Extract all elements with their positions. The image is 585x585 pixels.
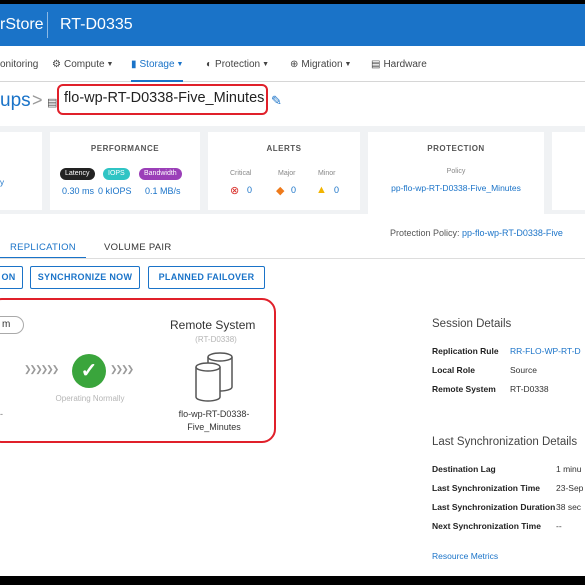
checkmark-icon: ✓ bbox=[72, 354, 106, 388]
tab-divider bbox=[0, 258, 585, 259]
caret-down-icon: ▼ bbox=[344, 61, 352, 68]
card-alerts[interactable]: ALERTS Critical Major Minor ⊗ 0 ◆ 0 ▲ 0 bbox=[208, 132, 360, 210]
nav-compute-label: Compute bbox=[63, 59, 105, 70]
last-sync-duration-label: Last Synchronization Duration bbox=[432, 502, 556, 512]
nav-migration[interactable]: ⊕ Migration ▼ bbox=[290, 59, 351, 70]
topbar-divider bbox=[47, 12, 48, 38]
replication-rule-value[interactable]: RR-FLO-WP-RT-D bbox=[510, 346, 581, 356]
policy-label: Policy bbox=[446, 168, 466, 175]
critical-label: Critical bbox=[230, 170, 252, 177]
protection-policy-label: Protection Policy: bbox=[390, 228, 460, 238]
bandwidth-pill: Bandwidth bbox=[139, 168, 182, 180]
local-role-label: Local Role bbox=[432, 365, 475, 375]
breadcrumb-separator: > bbox=[32, 90, 43, 110]
last-sync-duration-value: 38 sec bbox=[556, 502, 582, 512]
shield-icon: ◐ bbox=[206, 59, 213, 70]
database-icon bbox=[195, 352, 233, 402]
local-role-value: Source bbox=[510, 365, 537, 375]
protection-policy-link[interactable]: pp-flo-wp-RT-D0338-Five bbox=[462, 228, 563, 238]
remote-system-name: flo-wp-RT-D0338-Five_Minutes bbox=[178, 409, 250, 432]
planned-failover-button[interactable]: PLANNED FAILOVER bbox=[148, 266, 265, 289]
local-system-pill: m bbox=[0, 316, 24, 334]
pencil-icon[interactable]: ✎ bbox=[271, 93, 282, 109]
storage-icon: ▮ bbox=[131, 59, 137, 70]
caret-down-icon: ▼ bbox=[262, 61, 270, 68]
action-button-partial[interactable]: ON bbox=[0, 266, 23, 289]
major-label: Major bbox=[278, 170, 296, 177]
summary-cards: y PERFORMANCE Latency IOPS Bandwidth 0.3… bbox=[0, 126, 585, 214]
top-bar: rStore RT-D0335 bbox=[0, 4, 585, 46]
iops-pill: IOPS bbox=[103, 168, 130, 180]
major-count: 0 bbox=[291, 185, 297, 195]
remote-system-label: Remote System bbox=[432, 384, 496, 394]
tab-bar: REPLICATION VOLUME PAIR bbox=[0, 240, 585, 259]
replication-status: Operating Normally bbox=[55, 394, 125, 403]
local-system-label: m bbox=[2, 319, 11, 330]
last-sync-time-label: Last Synchronization Time bbox=[432, 483, 541, 493]
session-details-title: Session Details bbox=[432, 318, 512, 330]
synchronize-now-button[interactable]: SYNCHRONIZE NOW bbox=[30, 266, 140, 289]
nav-monitoring[interactable]: onitoring bbox=[0, 59, 38, 70]
migration-icon: ⊕ bbox=[290, 59, 299, 70]
volume-group-icon: ▤ bbox=[47, 97, 58, 109]
caret-down-icon: ▼ bbox=[176, 61, 184, 68]
critical-count: 0 bbox=[247, 185, 253, 195]
next-sync-time-value: -- bbox=[556, 521, 562, 531]
minor-count: 0 bbox=[334, 185, 340, 195]
protection-policy-info: Protection Policy: pp-flo-wp-RT-D0338-Fi… bbox=[390, 228, 563, 238]
breadcrumb-parent[interactable]: ups bbox=[0, 90, 31, 112]
minor-icon: ▲ bbox=[316, 184, 327, 196]
critical-icon: ⊗ bbox=[230, 185, 240, 197]
caret-down-icon: ▼ bbox=[106, 61, 114, 68]
policy-value[interactable]: pp-flo-wp-RT-D0338-Five_Minutes bbox=[368, 183, 544, 193]
chevrons-right-icon: ❯❯❯❯❯❯ bbox=[24, 364, 59, 374]
last-sync-time-value: 23-Sep bbox=[556, 483, 584, 493]
chevrons-right-icon: ❯❯❯❯ bbox=[110, 364, 134, 374]
remote-system-value: RT-D0338 bbox=[510, 384, 549, 394]
app-title: rStore bbox=[0, 16, 44, 33]
nav-monitoring-label: onitoring bbox=[0, 59, 39, 70]
card-left-value: y bbox=[0, 178, 4, 187]
tab-volume-pair[interactable]: VOLUME PAIR bbox=[104, 242, 172, 253]
app-window: rStore RT-D0335 onitoring ⚙ Compute ▼ ▮ Sto… bbox=[0, 4, 585, 576]
destination-lag-label: Destination Lag bbox=[432, 464, 496, 474]
local-system-name: - bbox=[0, 409, 3, 419]
tab-replication[interactable]: REPLICATION bbox=[10, 242, 76, 253]
compute-icon: ⚙ bbox=[52, 59, 61, 70]
next-sync-time-label: Next Synchronization Time bbox=[432, 521, 541, 531]
bandwidth-value: 0.1 MB/s bbox=[145, 186, 181, 196]
destination-lag-value: 1 minu bbox=[556, 464, 582, 474]
alerts-title: ALERTS bbox=[266, 144, 302, 153]
nav-protection-label: Protection bbox=[215, 59, 261, 70]
major-icon: ◆ bbox=[276, 185, 285, 197]
breadcrumb: ups > ▤ flo-wp-RT-D0338-Five_Minutes ✎ bbox=[0, 82, 585, 126]
protection-title: PROTECTION bbox=[427, 144, 485, 153]
nav-migration-label: Migration bbox=[301, 59, 343, 70]
remote-system-id: (RT-D0338) bbox=[195, 335, 237, 344]
nav-storage[interactable]: ▮ Storage ▼ bbox=[131, 59, 184, 82]
card-right-partial[interactable] bbox=[552, 132, 585, 210]
nav-hardware-label: Hardware bbox=[383, 59, 427, 70]
minor-label: Minor bbox=[318, 170, 336, 177]
latency-pill: Latency bbox=[60, 168, 95, 180]
hardware-icon: ▤ bbox=[371, 59, 381, 70]
latency-value: 0.30 ms bbox=[62, 186, 95, 196]
performance-title: PERFORMANCE bbox=[90, 144, 160, 153]
card-protection[interactable]: PROTECTION Policy pp-flo-wp-RT-D0338-Fiv… bbox=[368, 132, 544, 214]
resource-metrics-link[interactable]: Resource Metrics bbox=[432, 551, 498, 561]
nav-hardware[interactable]: ▤ Hardware bbox=[371, 59, 427, 70]
nav-protection[interactable]: ◐ Protection ▼ bbox=[206, 59, 269, 70]
page-title: flo-wp-RT-D0338-Five_Minutes bbox=[64, 90, 265, 106]
replication-rule-label: Replication Rule bbox=[432, 346, 499, 356]
main-nav: onitoring ⚙ Compute ▼ ▮ Storage ▼ ◐ Protectio… bbox=[0, 46, 585, 82]
nav-storage-label: Storage bbox=[139, 59, 175, 70]
last-sync-title: Last Synchronization Details bbox=[432, 436, 578, 448]
iops-value: 0 kIOPS bbox=[98, 186, 132, 196]
nav-compute[interactable]: ⚙ Compute ▼ bbox=[52, 59, 113, 70]
card-performance[interactable]: PERFORMANCE Latency IOPS Bandwidth 0.30 … bbox=[50, 132, 200, 210]
remote-system-title: Remote System bbox=[170, 318, 256, 332]
card-left-partial[interactable]: y bbox=[0, 132, 42, 210]
system-name[interactable]: RT-D0335 bbox=[60, 16, 133, 34]
